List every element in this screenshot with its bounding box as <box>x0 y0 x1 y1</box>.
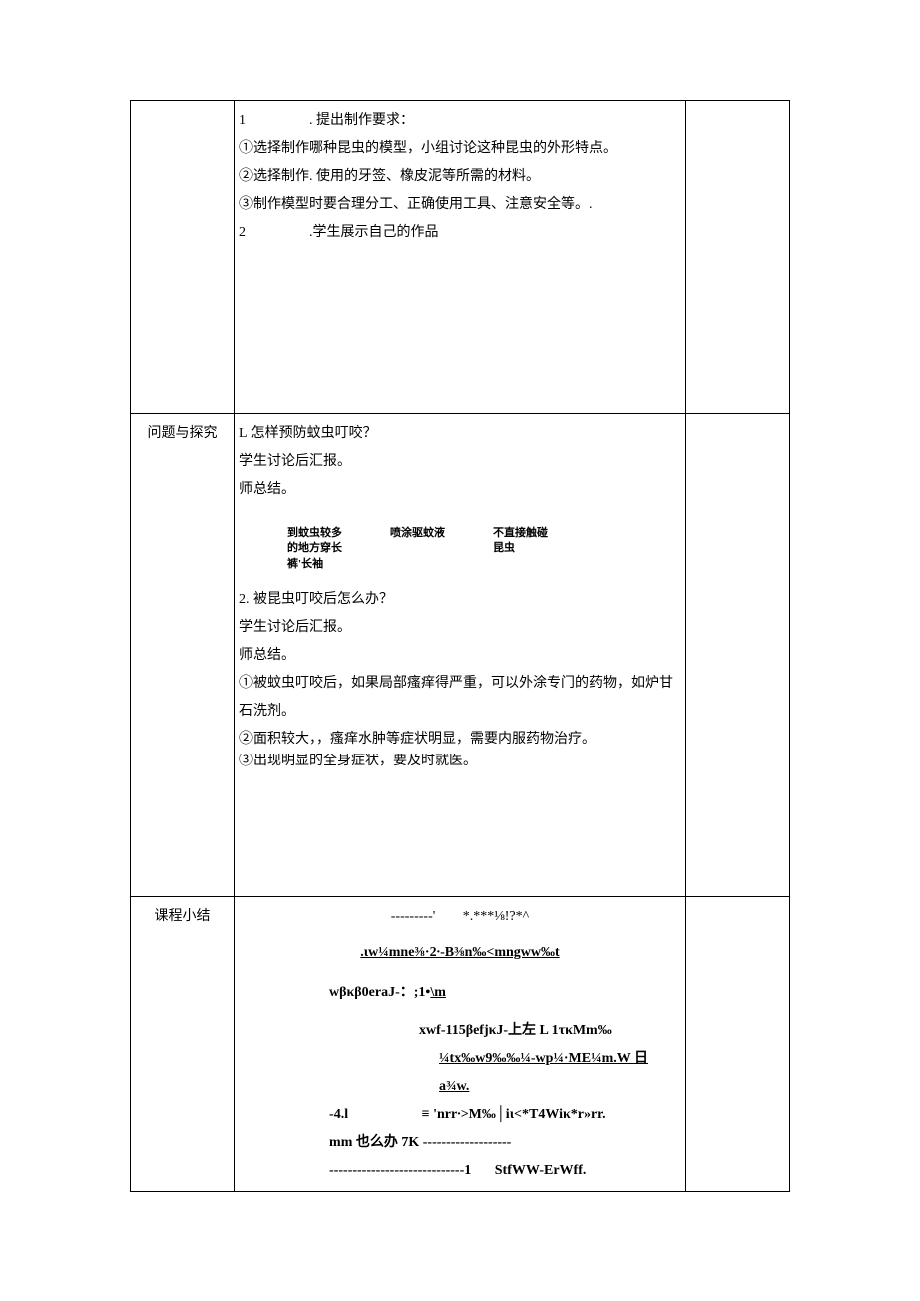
q2-discuss: 学生讨论后汇报。 <box>239 614 681 642</box>
row1-content: 1 . 提出制作要求： ①选择制作哪种昆虫的模型，小组讨论这种昆虫的外形特点。 … <box>235 101 686 414</box>
row2-label: 问题与探究 <box>131 414 235 897</box>
row3-content: ---------' *.***⅛!?*^ .ιw¼mne⅜·2∙-B⅜n‰<m… <box>235 897 686 1192</box>
q2-answer1: ①被蚊虫叮咬后，如果局部瘙痒得严重，可以外涂专门的药物，如炉甘石洗剂。 <box>239 670 681 726</box>
tip-no-touch: 不直接触碰 昆虫 <box>493 526 548 572</box>
garble-line5: ¼tx‰w9‰‰¼-wp¼·ME¼m.W 日 a¾w. <box>439 1045 681 1101</box>
req-line1: 1 . 提出制作要求： <box>239 107 681 135</box>
lesson-table: 1 . 提出制作要求： ①选择制作哪种昆虫的模型，小组讨论这种昆虫的外形特点。 … <box>130 100 790 1192</box>
row-summary: 课程小结 ---------' *.***⅛!?*^ .ιw¼mne⅜·2∙-B… <box>131 897 790 1192</box>
q2: 2. 被昆虫叮咬后怎么办？ <box>239 586 681 614</box>
garble-line7: mm 也么办 7K ------------------- <box>329 1129 681 1157</box>
req-line2: 2 .学生展示自己的作品 <box>239 219 681 247</box>
q2-answer3-cutoff: ③出现明显的全身症状，要及时就医。 <box>239 754 681 768</box>
q1-teacher: 师总结。 <box>239 476 681 504</box>
q2-teacher: 师总结。 <box>239 642 681 670</box>
req-line1-num: 1 <box>239 107 253 135</box>
garble-line4: xwf-115βefjκJ-上左 L 1τκMm‰ <box>419 1017 681 1045</box>
garble-line3: wβκβ0eraJ-：;1•\m <box>329 979 681 1007</box>
row3-note <box>685 897 789 1192</box>
req-bullet2: ②选择制作. 使用的牙签、橡皮泥等所需的材料。 <box>239 163 681 191</box>
req-bullet3: ③制作模型时要合理分工、正确使用工具、注意安全等。. <box>239 191 681 219</box>
garble-line1: ---------' *.***⅛!?*^ <box>239 903 681 931</box>
q2-answer2: ②面积较大，，瘙痒水肿等症状明显，需要内服药物治疗。 <box>239 726 681 754</box>
prevention-tips: 到蚊虫较多 的地方穿长 裤'长袖 喷涂驱蚊液 不直接触碰 昆虫 <box>287 526 681 572</box>
garble-line2: .ιw¼mne⅜·2∙-B⅜n‰<mngww‰t <box>239 939 681 967</box>
q1-discuss: 学生讨论后汇报。 <box>239 448 681 476</box>
garble-line6: -4.l ≡ 'nrr∙>M‰│iι<*T4Wiκ*r»rr. <box>329 1101 681 1129</box>
tip-repellent: 喷涂驱蚊液 <box>390 526 445 572</box>
row2-content: L 怎样预防蚊虫叮咬？ 学生讨论后汇报。 师总结。 到蚊虫较多 的地方穿长 裤'… <box>235 414 686 897</box>
req-bullet1: ①选择制作哪种昆虫的模型，小组讨论这种昆虫的外形特点。 <box>239 135 681 163</box>
row1-label <box>131 101 235 414</box>
document-page: 1 . 提出制作要求： ①选择制作哪种昆虫的模型，小组讨论这种昆虫的外形特点。 … <box>0 0 920 1292</box>
req-line1-text: . 提出制作要求： <box>309 107 681 135</box>
q1: L 怎样预防蚊虫叮咬？ <box>239 420 681 448</box>
req-line2-text: .学生展示自己的作品 <box>309 219 681 247</box>
row3-label: 课程小结 <box>131 897 235 1192</box>
row1-note <box>685 101 789 414</box>
tip-clothing: 到蚊虫较多 的地方穿长 裤'长袖 <box>287 526 342 572</box>
row2-note <box>685 414 789 897</box>
row-requirements: 1 . 提出制作要求： ①选择制作哪种昆虫的模型，小组讨论这种昆虫的外形特点。 … <box>131 101 790 414</box>
req-line2-num: 2 <box>239 219 253 247</box>
row-questions: 问题与探究 L 怎样预防蚊虫叮咬？ 学生讨论后汇报。 师总结。 到蚊虫较多 的地… <box>131 414 790 897</box>
garble-line8: -----------------------------1 StfWW-ErW… <box>329 1157 681 1185</box>
